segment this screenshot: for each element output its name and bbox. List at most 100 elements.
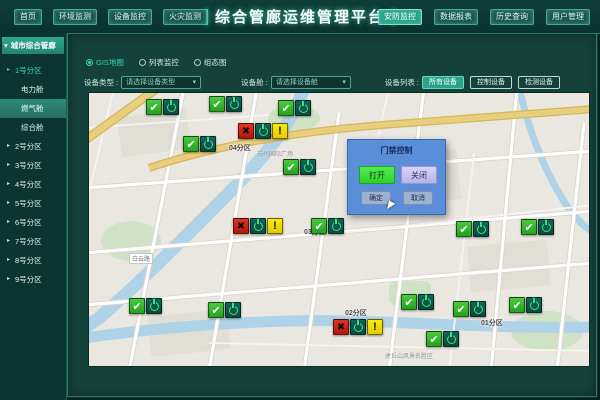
device-filter-button[interactable]: 检测设备 xyxy=(518,76,560,89)
sidebar-item[interactable]: ▸9号分区 xyxy=(0,270,66,289)
power-button-icon[interactable] xyxy=(226,96,242,112)
device-marker-ok[interactable]: ✔ xyxy=(209,96,242,112)
power-button-icon[interactable] xyxy=(250,218,266,234)
view-mode-label: 组态图 xyxy=(204,57,227,68)
device-marker-alarm[interactable]: ✖! xyxy=(238,123,288,139)
view-mode-radio[interactable]: 组态图 xyxy=(194,57,227,68)
device-marker-ok[interactable]: ✔ xyxy=(453,301,486,317)
sidebar-item[interactable]: ▸8号分区 xyxy=(0,251,66,270)
device-marker-ok[interactable]: ✔ xyxy=(283,159,316,175)
power-button-icon[interactable] xyxy=(225,302,241,318)
device-marker-alarm[interactable]: ✖! xyxy=(333,319,383,335)
popup-title: 门禁控制 xyxy=(348,145,445,156)
power-glyph xyxy=(530,301,539,310)
status-ok-icon[interactable]: ✔ xyxy=(453,301,469,317)
device-filter-button[interactable]: 所有设备 xyxy=(422,76,464,89)
power-button-icon[interactable] xyxy=(526,297,542,313)
device-marker-ok[interactable]: ✔ xyxy=(456,221,489,237)
power-button-icon[interactable] xyxy=(418,294,434,310)
sidebar-item[interactable]: ▸2号分区 xyxy=(0,137,66,156)
street-label: 白云路 xyxy=(129,253,153,264)
device-type-select[interactable]: 请选择设备类型 ▾ xyxy=(121,76,201,89)
door-close-button[interactable]: 关闭 xyxy=(401,166,437,184)
nav-button[interactable]: 环境监测 xyxy=(53,9,97,25)
status-ok-icon[interactable]: ✔ xyxy=(311,218,327,234)
device-cabin-select[interactable]: 请选择设备舱 ▾ xyxy=(271,76,351,89)
device-marker-ok[interactable]: ✔ xyxy=(509,297,542,313)
sidebar-item[interactable]: ▸5号分区 xyxy=(0,194,66,213)
status-fault-icon[interactable]: ✖ xyxy=(333,319,349,335)
power-button-icon[interactable] xyxy=(473,221,489,237)
device-marker-ok[interactable]: ✔ xyxy=(521,219,554,235)
power-glyph xyxy=(150,302,159,311)
status-ok-icon[interactable]: ✔ xyxy=(209,96,225,112)
sidebar-item-label: 综合舱 xyxy=(21,123,44,132)
alarm-warning-icon[interactable]: ! xyxy=(267,218,283,234)
status-ok-icon[interactable]: ✔ xyxy=(521,219,537,235)
power-button-icon[interactable] xyxy=(350,319,366,335)
door-open-button[interactable]: 打开 xyxy=(359,166,395,184)
power-button-icon[interactable] xyxy=(163,99,179,115)
popup-cancel-button[interactable]: 取消 xyxy=(403,191,433,205)
nav-button[interactable]: 首页 xyxy=(14,9,42,25)
sidebar-item[interactable]: 电力舱 xyxy=(0,80,66,99)
status-ok-icon[interactable]: ✔ xyxy=(278,100,294,116)
device-marker-alarm[interactable]: ✖! xyxy=(233,218,283,234)
device-marker-ok[interactable]: ✔ xyxy=(426,331,459,347)
nav-button[interactable]: 火灾监测 xyxy=(163,9,207,25)
view-mode-group: GIS地图 列表监控 组态图 xyxy=(86,57,226,68)
power-button-icon[interactable] xyxy=(146,298,162,314)
device-marker-ok[interactable]: ✔ xyxy=(401,294,434,310)
sidebar-root-node[interactable]: ▾ 城市综合管廊 xyxy=(2,37,64,54)
alarm-warning-icon[interactable]: ! xyxy=(272,123,288,139)
device-marker-ok[interactable]: ✔ xyxy=(278,100,311,116)
view-mode-label: 列表监控 xyxy=(149,57,179,68)
sidebar-item[interactable]: ▸1号分区 xyxy=(0,61,66,80)
gis-map[interactable]: 04分区03分区02分区01分区苏州国际广场虎丘山风景名胜区白云路 ✔✔✔✔✔✔… xyxy=(88,92,590,367)
page-title: 综合管廊运维管理平台 xyxy=(215,6,385,27)
status-ok-icon[interactable]: ✔ xyxy=(283,159,299,175)
nav-button[interactable]: 数据报表 xyxy=(434,9,478,25)
view-mode-radio[interactable]: GIS地图 xyxy=(86,57,124,68)
nav-button[interactable]: 用户管理 xyxy=(546,9,590,25)
status-ok-icon[interactable]: ✔ xyxy=(208,302,224,318)
status-fault-icon[interactable]: ✖ xyxy=(233,218,249,234)
power-button-icon[interactable] xyxy=(295,100,311,116)
status-ok-icon[interactable]: ✔ xyxy=(129,298,145,314)
sidebar-item[interactable]: ▸7号分区 xyxy=(0,232,66,251)
view-mode-radio[interactable]: 列表监控 xyxy=(139,57,179,68)
nav-button[interactable]: 设备监控 xyxy=(108,9,152,25)
power-button-icon[interactable] xyxy=(538,219,554,235)
sidebar-item[interactable]: ▸4号分区 xyxy=(0,175,66,194)
power-button-icon[interactable] xyxy=(255,123,271,139)
nav-button[interactable]: 安防监控 xyxy=(378,9,422,25)
collapsed-arrow-icon: ▸ xyxy=(7,218,10,225)
device-marker-ok[interactable]: ✔ xyxy=(183,136,216,152)
device-marker-ok[interactable]: ✔ xyxy=(311,218,344,234)
sidebar-item[interactable]: 燃气舱 xyxy=(0,99,66,118)
device-marker-ok[interactable]: ✔ xyxy=(208,302,241,318)
sidebar-item[interactable]: ▸6号分区 xyxy=(0,213,66,232)
popup-ok-button[interactable]: 确定 xyxy=(361,191,391,205)
sidebar-tree: ▸1号分区电力舱燃气舱综合舱▸2号分区▸3号分区▸4号分区▸5号分区▸6号分区▸… xyxy=(0,61,66,289)
status-ok-icon[interactable]: ✔ xyxy=(146,99,162,115)
status-ok-icon[interactable]: ✔ xyxy=(401,294,417,310)
power-button-icon[interactable] xyxy=(300,159,316,175)
power-button-icon[interactable] xyxy=(328,218,344,234)
device-marker-ok[interactable]: ✔ xyxy=(146,99,179,115)
sidebar-item[interactable]: ▸3号分区 xyxy=(0,156,66,175)
power-button-icon[interactable] xyxy=(200,136,216,152)
power-button-icon[interactable] xyxy=(470,301,486,317)
status-fault-icon[interactable]: ✖ xyxy=(238,123,254,139)
device-marker-ok[interactable]: ✔ xyxy=(129,298,162,314)
status-ok-icon[interactable]: ✔ xyxy=(456,221,472,237)
device-filter-button[interactable]: 控制设备 xyxy=(470,76,512,89)
nav-button[interactable]: 历史查询 xyxy=(490,9,534,25)
status-ok-icon[interactable]: ✔ xyxy=(183,136,199,152)
status-ok-icon[interactable]: ✔ xyxy=(509,297,525,313)
power-button-icon[interactable] xyxy=(443,331,459,347)
status-ok-icon[interactable]: ✔ xyxy=(426,331,442,347)
alarm-warning-icon[interactable]: ! xyxy=(367,319,383,335)
device-cabin-label: 设备舱 : xyxy=(241,77,268,88)
sidebar-item[interactable]: 综合舱 xyxy=(0,118,66,137)
